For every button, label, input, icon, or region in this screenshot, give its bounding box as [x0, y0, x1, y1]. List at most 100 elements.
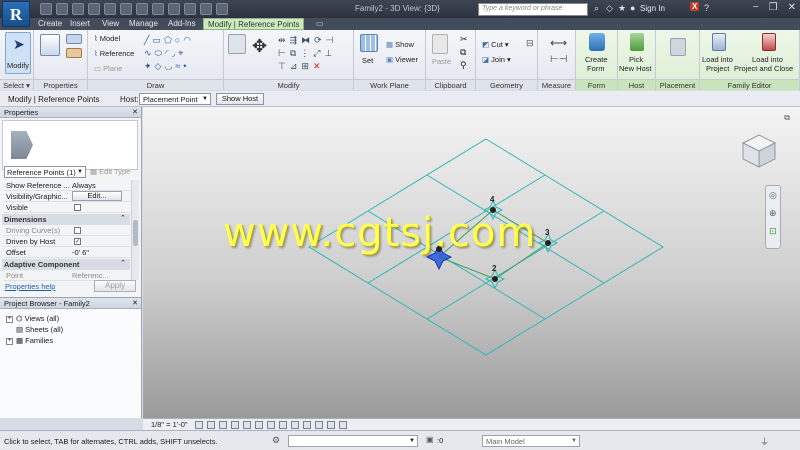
- tree-item-views[interactable]: + ⌬ Views (all): [6, 313, 59, 324]
- visual-style-icon[interactable]: [207, 421, 215, 429]
- prop-row-visibility-graphics[interactable]: Visibility/Graphic... Edit...: [4, 191, 130, 202]
- steering-wheel-icon[interactable]: ◎: [769, 190, 777, 201]
- driving-curves-checkbox[interactable]: [74, 227, 81, 234]
- scale-icon[interactable]: ⤢: [313, 48, 324, 58]
- trim-icon[interactable]: ⊣: [326, 35, 338, 45]
- create-form-label-2[interactable]: Form: [587, 64, 605, 73]
- delete-icon[interactable]: ✕: [313, 61, 325, 71]
- reference-line-button[interactable]: ⌇ Reference: [94, 49, 134, 58]
- panel-title-select[interactable]: Select ▾: [0, 79, 33, 90]
- type-properties-icon[interactable]: [66, 34, 82, 44]
- family-types-icon[interactable]: [66, 48, 82, 58]
- close-properties-icon[interactable]: ✕: [132, 108, 138, 116]
- view-scale[interactable]: 1/8" = 1'-0": [151, 420, 188, 429]
- design-option-select[interactable]: Main Model ▼: [482, 435, 580, 447]
- paste-label[interactable]: Paste: [432, 57, 451, 66]
- spline-icon[interactable]: ∿: [144, 48, 155, 58]
- host-select[interactable]: Placement Point ▼: [139, 93, 211, 105]
- editable-only-icon[interactable]: ▣: [426, 435, 434, 444]
- show-crop-region-icon[interactable]: [267, 421, 275, 429]
- close-icon[interactable]: ✕: [788, 2, 796, 13]
- type-selector[interactable]: [2, 120, 138, 170]
- show-host-button[interactable]: Show Host: [216, 93, 264, 105]
- exchange-apps-icon[interactable]: X: [690, 2, 700, 11]
- cut-icon[interactable]: ✂: [460, 34, 468, 45]
- reveal-hidden-icon[interactable]: [303, 421, 311, 429]
- copy-to-clipboard-icon[interactable]: ⧉: [460, 47, 466, 58]
- status-field[interactable]: ▼: [288, 435, 418, 447]
- polygon-icon[interactable]: ⬠: [164, 35, 175, 45]
- paste-icon[interactable]: [432, 34, 448, 54]
- join-geometry-button[interactable]: ◪ Join ▾: [482, 55, 511, 64]
- split-icon[interactable]: ⊢: [278, 48, 290, 58]
- offset-icon[interactable]: ⇶: [290, 35, 302, 45]
- tab-modify-reference-points[interactable]: Modify | Reference Points: [203, 18, 305, 30]
- expand-icon[interactable]: +: [6, 337, 13, 345]
- prop-row-driving-curves[interactable]: Driving Curve(s): [4, 225, 130, 236]
- thin-lines-icon[interactable]: [184, 3, 196, 15]
- wall-joins-icon[interactable]: ⊟: [526, 38, 534, 49]
- expand-icon[interactable]: +: [6, 315, 13, 323]
- create-form-label-1[interactable]: Create: [585, 55, 608, 64]
- apply-button[interactable]: Apply: [94, 280, 136, 292]
- pin-icon[interactable]: ⊥: [324, 48, 336, 58]
- move-icon[interactable]: ✥: [252, 36, 267, 56]
- visibility-edit-button[interactable]: Edit...: [72, 191, 122, 201]
- tree-item-sheets[interactable]: ▤ Sheets (all): [16, 324, 63, 335]
- default-3d-view-icon[interactable]: [152, 3, 164, 15]
- reference-grid-canvas[interactable]: 4 3 2: [143, 107, 800, 418]
- point-icon[interactable]: •: [183, 61, 189, 71]
- help-icon[interactable]: ?: [704, 3, 709, 13]
- model-line-button[interactable]: ⌇ Model: [94, 34, 120, 43]
- ellipse-icon[interactable]: ⬭: [155, 48, 166, 58]
- properties-scrollbar[interactable]: [131, 180, 139, 280]
- print-icon[interactable]: [104, 3, 116, 15]
- set-work-plane-icon[interactable]: [360, 34, 378, 52]
- mirror-icon[interactable]: ⧓: [301, 35, 314, 45]
- pick-new-host-label-1[interactable]: Pick: [629, 55, 643, 64]
- prop-row-driven-by-host[interactable]: Driven by Host ✓: [4, 236, 130, 247]
- tangent-arc-icon[interactable]: ◡: [164, 61, 175, 71]
- save-icon[interactable]: [56, 3, 68, 15]
- prop-row-offset[interactable]: Offset -0' 6": [4, 247, 130, 258]
- modify-tools-gallery[interactable]: ⇹⇶⧓⟳⊣ ⊢⧉⋮⤢⊥ ⊤⊿⊞✕: [278, 34, 352, 74]
- show-work-plane-button[interactable]: ▦ Show: [386, 40, 414, 49]
- ribbon-toggle-icon[interactable]: ▭: [316, 19, 324, 28]
- rectangle-icon[interactable]: ▭: [152, 35, 164, 45]
- arc-icon[interactable]: ◠: [183, 35, 194, 45]
- worksharing-icon[interactable]: ⚙: [272, 435, 280, 446]
- pick-new-host-label-2[interactable]: New Host: [619, 64, 652, 73]
- circle-icon[interactable]: ○: [175, 35, 183, 45]
- text-icon[interactable]: [136, 3, 148, 15]
- draw-tools-gallery[interactable]: ╱▭⬠○◠ ∿⬭◜◞⌖ ✦◇◡≈•: [144, 34, 220, 74]
- detail-level-icon[interactable]: [195, 421, 203, 429]
- modify-tool-button[interactable]: ➤ Modify: [5, 32, 31, 74]
- tab-view[interactable]: View: [102, 18, 119, 30]
- switch-windows-icon[interactable]: [216, 3, 228, 15]
- point-element-icon[interactable]: ✦: [144, 61, 155, 71]
- rendering-dialog-icon[interactable]: [243, 421, 251, 429]
- zoom-region-icon[interactable]: ⊡: [769, 226, 777, 237]
- zoom-icon[interactable]: ⊕: [769, 208, 777, 219]
- communication-center-icon[interactable]: ★: [618, 3, 626, 14]
- viewer-button[interactable]: ▣ Viewer: [386, 55, 418, 64]
- create-form-icon[interactable]: [589, 33, 605, 51]
- prop-row-show-reference[interactable]: Show Reference ... Always: [4, 180, 130, 191]
- collapse-adaptive-icon[interactable]: ⌃: [120, 259, 126, 267]
- open-icon[interactable]: [40, 3, 52, 15]
- load-into-project-label-2[interactable]: Project: [706, 64, 729, 73]
- close-hidden-windows-icon[interactable]: [200, 3, 212, 15]
- temporary-hide-icon[interactable]: [291, 421, 299, 429]
- unpin-icon[interactable]: ⊤: [278, 61, 290, 71]
- pick-new-host-icon[interactable]: [630, 33, 644, 51]
- load-into-project-label-1[interactable]: Load into: [702, 55, 733, 64]
- load-close-label-1[interactable]: Load into: [752, 55, 783, 64]
- minimize-icon[interactable]: −: [753, 2, 759, 13]
- search-icon[interactable]: ⌕: [594, 3, 599, 14]
- properties-help-link[interactable]: Properties help: [5, 282, 55, 291]
- measure-tool-icon[interactable]: ⟷: [550, 36, 567, 50]
- measure-icon[interactable]: [120, 3, 132, 15]
- match-type-icon[interactable]: ⚲: [460, 60, 467, 71]
- app-menu-button[interactable]: R: [2, 1, 30, 27]
- tab-manage[interactable]: Manage: [129, 18, 158, 30]
